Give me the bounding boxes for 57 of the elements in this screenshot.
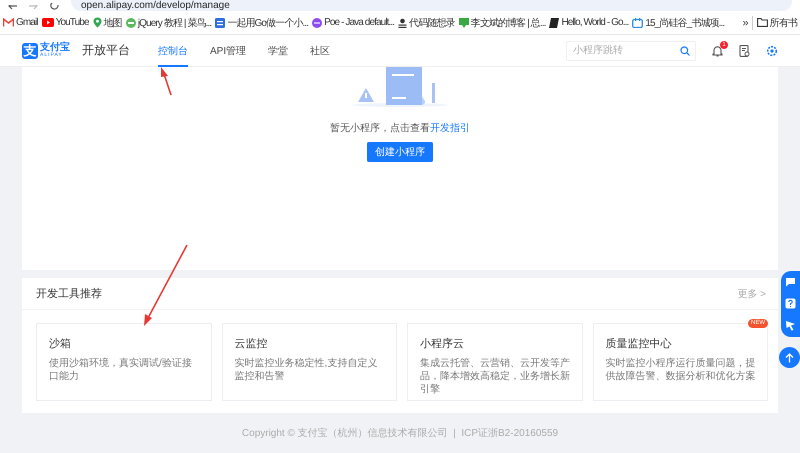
chat-icon	[312, 18, 322, 28]
document-icon[interactable]	[739, 44, 750, 56]
folder-icon	[756, 18, 768, 27]
logo-text: 支付宝	[40, 43, 70, 53]
tool-card[interactable]: 沙箱 使用沙箱环境，真实调试/验证接口能力	[36, 323, 212, 401]
mail-icon	[3, 18, 14, 27]
pointer-icon[interactable]	[785, 320, 796, 332]
platform-title: 开放平台	[82, 42, 130, 59]
more-bookmarks-button[interactable]: »	[742, 16, 748, 28]
back-to-top-button[interactable]	[779, 347, 800, 368]
bookmark[interactable]: YouTube	[42, 17, 89, 28]
card-description: 实时监控小程序运行质量问题，提供故障告警、数据分析和优化方案	[606, 357, 756, 383]
guide-link[interactable]: 开发指引	[430, 123, 470, 134]
back-icon[interactable]	[8, 5, 17, 11]
reload-icon[interactable]	[50, 3, 59, 11]
card-description: 使用沙箱环境，真实调试/验证接口能力	[49, 357, 193, 383]
tool-card[interactable]: 云监控 实时监控业务稳定性,支持自定义监控和告警	[222, 323, 397, 401]
create-button[interactable]: 创建小程序	[367, 142, 433, 162]
empty-state-message: 暂无小程序，点击查看开发指引	[330, 122, 470, 135]
bookmark[interactable]: Gmail	[3, 17, 38, 28]
bookmark[interactable]: 15_尚硅谷_书城项...	[632, 16, 724, 30]
pin-icon	[92, 17, 102, 28]
card-title: 沙箱	[49, 337, 72, 351]
document-icon	[215, 18, 226, 28]
tool-card[interactable]: 小程序云 集成云托管、云营销、云开发等产品，降本增效高稳定，业务增长新引擎	[407, 323, 582, 401]
chat-icon[interactable]	[785, 276, 796, 287]
help-icon[interactable]	[785, 298, 796, 309]
settings-icon[interactable]	[766, 44, 778, 56]
section-title: 开发工具推荐	[36, 286, 102, 301]
bookmark[interactable]: jQuery 教程 | 菜鸟...	[126, 16, 212, 30]
bookmark[interactable]: Hello, World - Go...	[549, 17, 628, 28]
card-title: 小程序云	[420, 336, 465, 351]
copyright-text: Copyright © 支付宝（杭州）信息技术有限公司 | ICP证浙B2-20160559	[242, 426, 558, 440]
video-icon	[42, 18, 54, 27]
calendar-icon	[632, 18, 644, 28]
card-description: 集成云托管、云营销、云开发等产品，降本增效高稳定，业务增长新引擎	[420, 357, 571, 396]
bookmark[interactable]: 地图	[92, 16, 122, 30]
bookmark[interactable]: Poe - Java default...	[312, 17, 394, 28]
search-icon[interactable]	[680, 46, 690, 56]
bell-icon[interactable]	[712, 44, 723, 56]
bookmark[interactable]: 一起用Go做一个小...	[215, 16, 308, 30]
circle-icon	[126, 18, 136, 28]
bookmark[interactable]: 代码随想录	[398, 16, 455, 30]
annotation-arrow	[161, 67, 172, 96]
card-title: 质量监控中心	[606, 336, 672, 351]
card-description: 实时监控业务稳定性,支持自定义监控和告警	[234, 357, 378, 383]
nav-tab[interactable]: 社区	[310, 34, 330, 66]
nav-tab[interactable]: API管理	[210, 34, 246, 66]
bookmark[interactable]: 李文斌的博客 | 总...	[458, 16, 546, 30]
arrow-up-icon	[785, 352, 794, 362]
nav-tab[interactable]: 学堂	[268, 34, 288, 66]
address-bar[interactable]: open.alipay.com/develop/manage	[71, 0, 792, 11]
all-bookmarks-button[interactable]: 所有书	[752, 16, 797, 30]
card-title: 云监控	[234, 337, 268, 351]
logo-mark: 支	[22, 42, 38, 58]
search-field[interactable]: 小程序跳转	[566, 40, 696, 60]
person-icon	[398, 18, 408, 28]
